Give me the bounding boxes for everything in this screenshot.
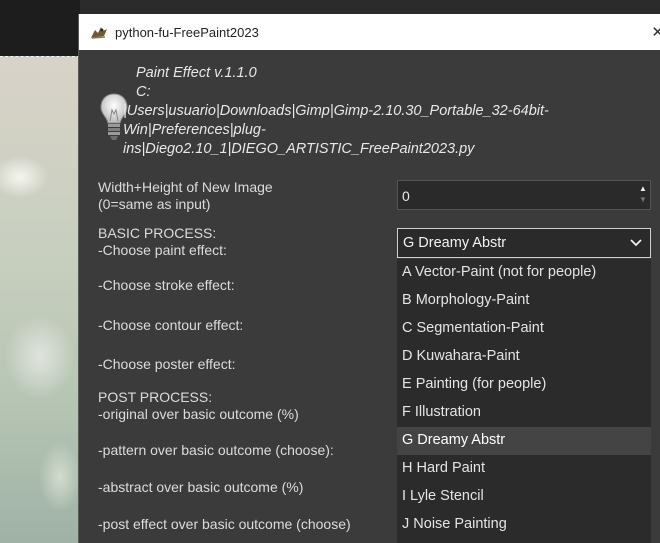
dropdown-option[interactable]: D Kuwahara-Paint [397, 343, 651, 371]
poster-effect-label: -Choose poster effect: [98, 356, 236, 372]
image-canvas [0, 0, 80, 543]
contour-effect-label: -Choose contour effect: [98, 317, 244, 333]
size-label-line: Width+Height of New Image [98, 179, 273, 195]
pattern-over-label: -pattern over basic outcome (choose): [98, 442, 334, 458]
stroke-effect-label: -Choose stroke effect: [98, 277, 235, 293]
gimp-wilber-icon [89, 24, 109, 40]
abstract-over-label: -abstract over basic outcome (%) [98, 479, 304, 495]
close-icon[interactable]: ✕ [651, 23, 660, 41]
plugin-about: Paint Effect v.1.1.0 C: |Users|usuario|D… [79, 50, 660, 190]
titlebar[interactable]: python-fu-FreePaint2023 ✕ [79, 14, 660, 50]
image-size-spinner[interactable]: 0 ▲ ▼ [397, 180, 651, 210]
dropdown-option[interactable]: H Hard Paint [397, 455, 651, 483]
paint-effect-selected: G Dreamy Abstr [403, 235, 507, 251]
dropdown-option[interactable]: C Segmentation-Paint [397, 315, 651, 343]
plugin-dialog: python-fu-FreePaint2023 ✕ Paint Effect v… [78, 14, 660, 543]
post-process-heading: POST PROCESS: [98, 389, 213, 405]
spinner-arrows[interactable]: ▲ ▼ [638, 183, 648, 207]
size-label-line: (0=same as input) [98, 196, 211, 212]
dropdown-option-selected[interactable]: G Dreamy Abstr [397, 427, 651, 455]
chevron-down-icon[interactable] [630, 235, 642, 249]
plugin-description: Paint Effect v.1.1.0 C: |Users|usuario|D… [123, 64, 636, 159]
about-line: ins|Diego2.10_1|DIEGO_ARTISTIC_FreePaint… [123, 141, 475, 157]
dropdown-option[interactable]: E Painting (for people) [397, 371, 651, 399]
paint-effect-label: -Choose paint effect: [98, 242, 227, 258]
spin-down-icon[interactable]: ▼ [638, 194, 648, 205]
dropdown-option[interactable]: J Noise Painting [397, 511, 651, 539]
dropdown-option[interactable]: F Illustration [397, 399, 651, 427]
size-label: Width+Height of New Image (0=same as inp… [98, 179, 273, 213]
about-line: |Users|usuario|Downloads|Gimp|Gimp-2.10.… [123, 103, 549, 119]
post-effect-label: -post effect over basic outcome (choose) [98, 516, 351, 532]
about-line: Paint Effect v.1.1.0 [136, 65, 257, 81]
about-line: C: [136, 84, 151, 100]
paint-effect-combo[interactable]: G Dreamy Abstr [397, 228, 651, 258]
dropdown-option[interactable]: A Vector-Paint (not for people) [397, 259, 651, 287]
canvas-photo [0, 56, 80, 543]
paint-effect-dropdown-list: A Vector-Paint (not for people) B Morpho… [397, 259, 651, 543]
window-title: python-fu-FreePaint2023 [115, 24, 259, 40]
basic-process-heading: BASIC PROCESS: [98, 225, 217, 241]
spin-up-icon[interactable]: ▲ [638, 183, 648, 194]
image-size-value: 0 [402, 188, 410, 204]
about-line: Win|Preferences|plug- [123, 122, 266, 138]
original-over-label: -original over basic outcome (%) [98, 406, 299, 422]
dropdown-option[interactable]: B Morphology-Paint [397, 287, 651, 315]
dropdown-option[interactable]: I Lyle Stencil [397, 483, 651, 511]
